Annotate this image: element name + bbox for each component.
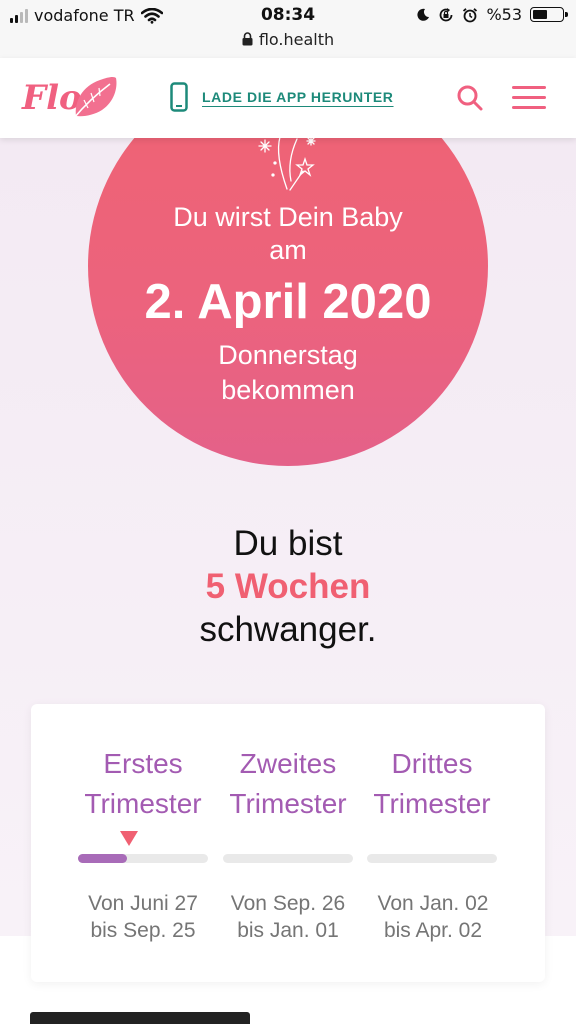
address-bar[interactable]: flo.health [0, 30, 576, 58]
trimester-range: Von Juni 27 bis Sep. 25 [68, 890, 218, 944]
trimester-name: Trimester [229, 788, 347, 819]
trimester-name: Drittes [391, 748, 473, 779]
trimester-name: Erstes [103, 748, 183, 779]
menu-icon[interactable] [512, 86, 546, 116]
trimester-range: Von Jan. 02 bis Apr. 02 [358, 890, 508, 944]
trimester-progress-bar [367, 854, 497, 863]
due-date-ending: bekommen [221, 375, 355, 405]
download-app-link[interactable]: LADE DIE APP HERUNTER [170, 82, 394, 112]
download-app-label: LADE DIE APP HERUNTER [202, 89, 394, 105]
search-icon[interactable] [456, 84, 484, 112]
trimester-name: Trimester [84, 788, 202, 819]
pregnancy-intro: Du bist [233, 524, 343, 563]
trimester-name: Trimester [373, 788, 491, 819]
range-end: bis Apr. 02 [383, 919, 483, 942]
range-end: bis Sep. 25 [90, 919, 196, 942]
flo-logo[interactable]: Flo [22, 72, 122, 124]
trimester-progress-bar [223, 854, 353, 863]
due-date: 2. April 2020 [144, 275, 432, 329]
trimester-name: Zweites [239, 748, 337, 779]
battery-icon [530, 7, 568, 22]
battery-percent: %53 [486, 5, 522, 24]
trimester-first: Erstes Trimester [73, 744, 213, 824]
range-start: Von Jan. 02 [377, 892, 489, 915]
pregnancy-weeks: 5 Wochen [205, 567, 371, 606]
range-start: Von Sep. 26 [230, 892, 346, 915]
trimester-card: Erstes Trimester Von Juni 27 bis Sep. 25… [31, 704, 545, 982]
moon-icon [417, 8, 430, 21]
due-weekday: Donnerstag [218, 340, 358, 370]
trimester-range: Von Sep. 26 bis Jan. 01 [213, 890, 363, 944]
range-start: Von Juni 27 [88, 892, 198, 915]
phone-icon [170, 82, 188, 112]
trimester-second: Zweites Trimester [218, 744, 358, 824]
feather-icon [73, 76, 117, 119]
status-bar: vodafone TR 08:34 %53 [0, 0, 576, 30]
current-week-marker [120, 831, 138, 846]
trimester-progress-bar [78, 854, 208, 863]
rotation-lock-icon [440, 7, 453, 21]
lock-icon [242, 32, 253, 46]
due-date-intro: Du wirst Dein Baby [173, 202, 403, 232]
pregnancy-ending: schwanger. [199, 610, 377, 649]
sparkles-icon [258, 136, 316, 191]
alarm-icon [463, 7, 478, 22]
trimester-third: Drittes Trimester [362, 744, 502, 824]
next-section-heading-peek [30, 1012, 290, 1024]
pregnancy-status: Du bist 5 Wochen schwanger. [0, 522, 576, 651]
due-date-am: am [269, 235, 307, 265]
url-text: flo.health [258, 30, 335, 49]
site-header: Flo LADE DIE APP HERUNTER [0, 58, 576, 138]
range-end: bis Jan. 01 [237, 919, 339, 942]
